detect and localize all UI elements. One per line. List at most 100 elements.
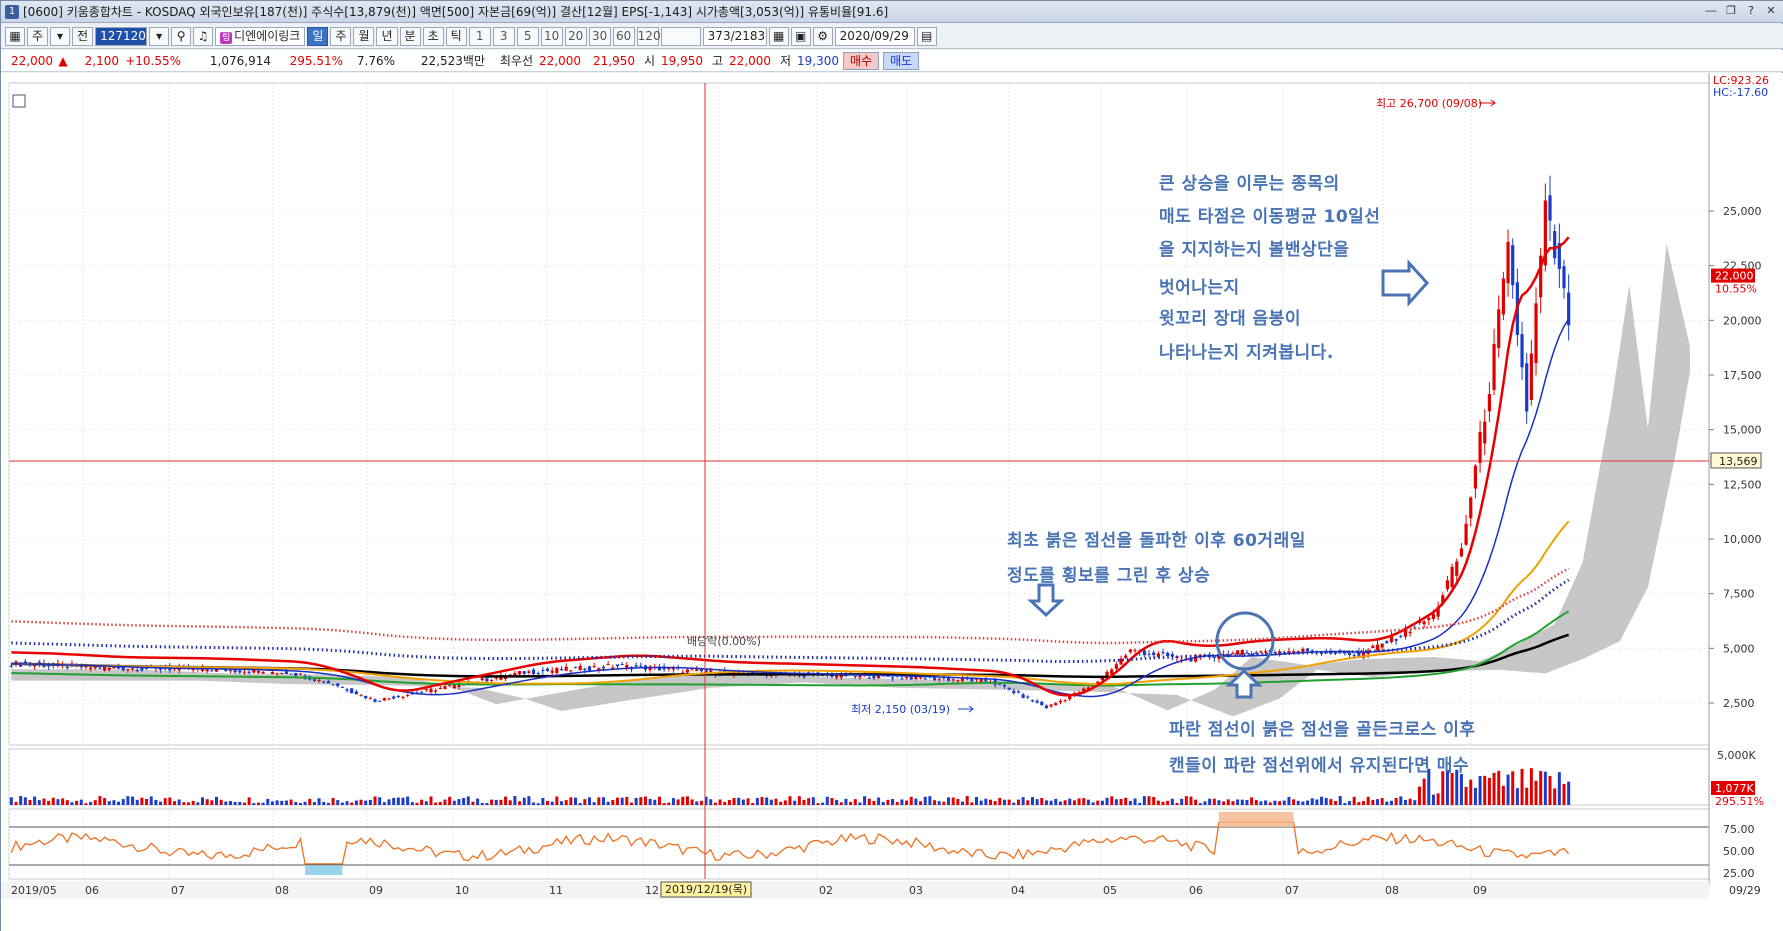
period-minute[interactable]: 분 <box>399 26 421 46</box>
volume-bar <box>1236 799 1240 805</box>
volume-bar <box>592 802 596 805</box>
candle-down <box>1016 691 1021 693</box>
candle-up <box>480 678 484 681</box>
candle-down <box>238 670 242 673</box>
volume-bar <box>807 798 811 805</box>
volume-bar <box>727 799 731 805</box>
volume-bar <box>14 801 18 805</box>
minute-step-20[interactable]: 20 <box>564 26 587 46</box>
candle-down <box>322 681 326 683</box>
period-tick[interactable]: 틱 <box>445 26 467 46</box>
volume-bar <box>606 801 610 805</box>
best-ask-value: 22,000 <box>539 53 581 68</box>
volume-bar <box>574 797 578 805</box>
volume-bar <box>1487 777 1491 805</box>
chart-settings-icon[interactable]: ▦ <box>5 26 25 46</box>
candle-up <box>1459 548 1464 557</box>
candle-down <box>289 673 293 675</box>
volume-bar <box>588 797 592 805</box>
candle-up <box>956 680 960 682</box>
candle-down <box>485 678 489 682</box>
minute-step-120[interactable]: 120 <box>636 26 661 46</box>
minimize-icon[interactable]: ― <box>1702 3 1720 19</box>
annotation-line: 을 지지하는지 볼밴상단을 <box>1159 240 1350 260</box>
sell-button[interactable]: 매도 <box>883 51 920 70</box>
minute-step-30[interactable]: 30 <box>588 26 611 46</box>
volume-bar <box>51 797 55 805</box>
volume-bar <box>9 797 13 805</box>
volume-bar <box>1543 771 1547 805</box>
volume-bar <box>448 796 452 805</box>
candle-down <box>1347 653 1352 656</box>
period-day[interactable]: 일 <box>307 26 329 46</box>
candle-up <box>1371 645 1375 649</box>
date-input[interactable]: 2020/09/29 <box>834 26 915 46</box>
minute-step-3[interactable]: 3 <box>492 26 515 46</box>
low-value: 19,300 <box>797 53 839 68</box>
volume-bar <box>312 802 316 805</box>
volume-bar <box>23 797 27 805</box>
save-icon[interactable]: ▣ <box>790 26 811 46</box>
dropdown-arrow-icon[interactable]: ▾ <box>50 26 71 46</box>
minute-step-10[interactable]: 10 <box>540 26 563 46</box>
volume-bar <box>1086 799 1090 805</box>
count-display[interactable]: 373/2183 <box>702 26 767 46</box>
price-tick-label: 5,000 <box>1723 642 1755 655</box>
period-month[interactable]: 월 <box>353 26 375 46</box>
candle-down <box>1385 641 1389 644</box>
annotation-line: 정도를 횡보를 그린 후 상승 <box>1007 566 1211 586</box>
search-icon[interactable]: ⚲ <box>171 26 192 46</box>
volume-bar <box>480 802 484 805</box>
volume-bar <box>835 799 839 805</box>
volume-bar <box>1161 801 1165 805</box>
period-year[interactable]: 년 <box>376 26 398 46</box>
help-icon[interactable]: ? <box>1742 3 1760 19</box>
stock-code-input[interactable]: 127120 <box>95 26 148 46</box>
prev-button[interactable]: 전 <box>72 26 94 46</box>
chart-area[interactable]: 25,000 22,500 20,000 17,500 15,000 12,500 10,0… <box>1 73 1783 931</box>
candle-down <box>583 668 587 671</box>
close-icon[interactable]: ✕ <box>1762 3 1780 19</box>
calendar-icon[interactable]: ▤ <box>916 26 937 46</box>
code-dropdown-icon[interactable]: ▾ <box>149 26 170 46</box>
volume-bar <box>1403 799 1407 805</box>
chart-canvas[interactable]: 25,00022,50020,00017,50015,00012,50010,0… <box>1 73 1783 931</box>
volume-bar <box>326 802 330 805</box>
candle-up <box>1068 696 1072 700</box>
period-week[interactable]: 주 <box>330 26 352 46</box>
volume-bar <box>145 798 149 805</box>
candle-up <box>592 666 596 668</box>
sound-icon[interactable]: ♫ <box>193 26 214 46</box>
period-second[interactable]: 초 <box>422 26 444 46</box>
restore-icon[interactable]: ❐ <box>1722 3 1740 19</box>
candle-up <box>438 688 442 690</box>
candle-up <box>88 667 93 670</box>
volume-value: 1,076,914 <box>209 53 271 68</box>
price-tick-label: 25,000 <box>1723 205 1762 218</box>
type-selector[interactable]: 주 <box>27 26 49 46</box>
volume-bar <box>322 801 326 805</box>
stock-name-field[interactable]: 링 디엔에이링크 <box>215 26 306 46</box>
buy-button[interactable]: 매수 <box>843 51 880 70</box>
step-combo[interactable] <box>660 26 701 46</box>
candle-up <box>368 698 372 700</box>
candle-down <box>1511 245 1515 286</box>
annotation-line: 파란 점선이 붉은 점선을 골든크로스 이후 <box>1169 720 1476 740</box>
volume-bar <box>597 797 601 805</box>
volume-bar <box>336 800 340 805</box>
volume-bar <box>1478 776 1482 805</box>
volume-bar <box>1035 799 1039 805</box>
volume-bar <box>797 796 801 805</box>
minute-step-1[interactable]: 1 <box>468 26 491 46</box>
volume-bar <box>387 799 391 805</box>
volume-bar <box>168 797 172 805</box>
volume-bar <box>713 802 717 805</box>
minute-step-5[interactable]: 5 <box>516 26 539 46</box>
minute-step-60[interactable]: 60 <box>612 26 635 46</box>
volume-bar <box>1366 796 1370 805</box>
volume-bar <box>1105 797 1109 805</box>
gear-icon[interactable]: ⚙ <box>812 26 833 46</box>
volume-bar <box>196 802 200 805</box>
candle-up <box>228 670 233 672</box>
grid-icon[interactable]: ▦ <box>768 26 789 46</box>
